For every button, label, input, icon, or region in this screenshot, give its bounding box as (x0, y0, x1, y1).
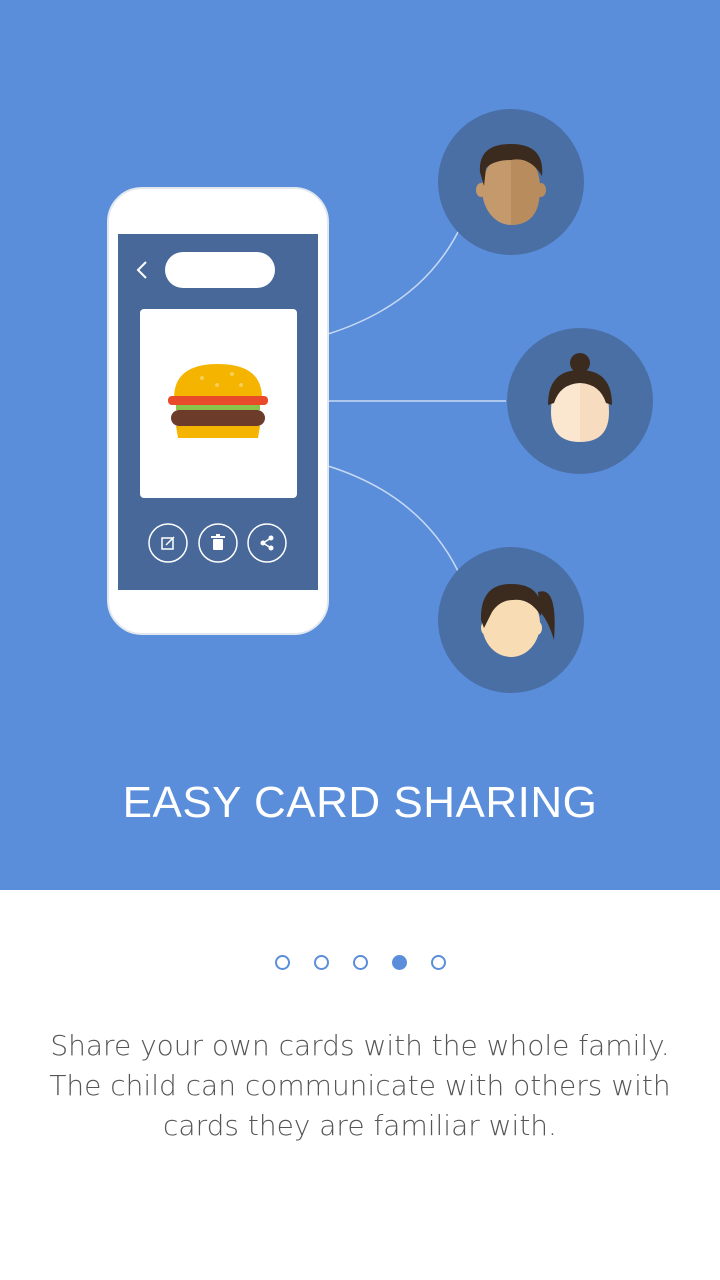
burger-icon (168, 364, 268, 438)
sharing-illustration (107, 109, 653, 693)
trash-icon (211, 534, 225, 550)
page-title: EASY CARD SHARING (122, 778, 598, 827)
connector-line-bottom (327, 465, 459, 572)
connector-line-top (327, 231, 459, 335)
page-dot-5[interactable] (430, 955, 446, 970)
hero-banner: EASY CARD SHARING (0, 0, 720, 890)
phone-illustration (107, 187, 329, 635)
page-indicator (0, 955, 720, 975)
avatar-woman-ponytail (438, 547, 584, 693)
page-description: Share your own cards with the whole fami… (40, 1026, 680, 1146)
screen-title-bar (165, 252, 275, 288)
avatar-woman-bun (507, 328, 653, 474)
description-line-2: The child can communicate with others wi… (49, 1069, 671, 1102)
avatar-man (438, 109, 584, 255)
page-dot-4-active[interactable] (391, 955, 407, 970)
page-dot-2[interactable] (313, 955, 329, 970)
description-line-3: cards they are familiar with. (163, 1109, 557, 1142)
page-dot-3[interactable] (352, 955, 368, 970)
page-dot-1[interactable] (274, 955, 290, 970)
connector-lines (327, 231, 506, 572)
description-line-1: Share your own cards with the whole fami… (50, 1029, 670, 1062)
